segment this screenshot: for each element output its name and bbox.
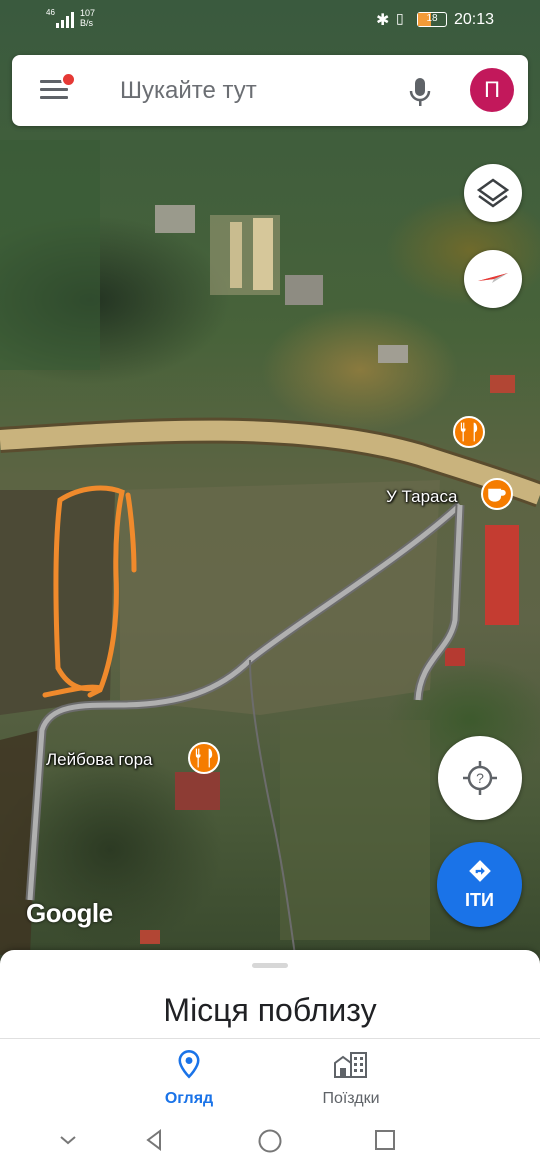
recents-icon[interactable] bbox=[373, 1128, 397, 1152]
sheet-title: Місця поблизу bbox=[163, 992, 377, 1028]
cafe-pin-icon[interactable] bbox=[481, 478, 513, 510]
chevron-down-icon[interactable] bbox=[56, 1128, 80, 1152]
compass-icon bbox=[478, 273, 508, 283]
network-speed-value: 107 bbox=[80, 8, 96, 18]
battery-indicator: 18 bbox=[417, 12, 447, 27]
place-label-leibova-hora[interactable]: Лейбова гора bbox=[46, 750, 153, 770]
drag-handle[interactable] bbox=[252, 963, 288, 968]
search-bar[interactable]: Шукайте тут П bbox=[12, 55, 528, 126]
svg-text:?: ? bbox=[476, 770, 484, 786]
microphone-icon[interactable] bbox=[408, 76, 432, 108]
layers-icon bbox=[476, 178, 510, 208]
system-navigation-bar bbox=[0, 1118, 540, 1170]
tab-explore[interactable]: Огляд bbox=[119, 1049, 259, 1108]
layers-button[interactable] bbox=[464, 164, 522, 222]
network-speed: 107 B/s bbox=[80, 8, 95, 28]
tab-commute[interactable]: Поїздки bbox=[281, 1049, 421, 1108]
place-label-u-tarasa[interactable]: У Тараса bbox=[386, 487, 457, 507]
directions-button[interactable]: ІТИ bbox=[437, 842, 522, 927]
status-bar: 46 107 B/s ✱ ▯ 18 20:13 bbox=[0, 0, 540, 42]
bottom-navigation: Огляд Поїздки bbox=[0, 1038, 540, 1118]
location-pin-icon bbox=[178, 1050, 200, 1079]
notification-dot bbox=[61, 72, 76, 87]
restaurant-pin-icon[interactable] bbox=[453, 416, 485, 448]
signal-bars-icon bbox=[56, 12, 74, 28]
commute-icon bbox=[334, 1052, 367, 1078]
clock: 20:13 bbox=[453, 11, 494, 28]
network-speed-unit: B/s bbox=[80, 18, 94, 28]
directions-icon bbox=[469, 860, 491, 882]
restaurant-pin-icon[interactable] bbox=[188, 742, 220, 774]
tab-commute-label: Поїздки bbox=[322, 1090, 380, 1107]
tab-explore-label: Огляд bbox=[164, 1090, 214, 1107]
search-input[interactable]: Шукайте тут bbox=[120, 77, 257, 105]
directions-label: ІТИ bbox=[465, 890, 494, 910]
nearby-places-sheet[interactable]: Місця поблизу bbox=[0, 950, 540, 1040]
compass-button[interactable] bbox=[464, 250, 522, 308]
avatar[interactable]: П bbox=[470, 68, 514, 112]
home-icon[interactable] bbox=[257, 1128, 283, 1154]
location-crosshair-icon: ? bbox=[463, 761, 497, 795]
my-location-button[interactable]: ? bbox=[438, 736, 522, 820]
vibrate-icon: ▯ bbox=[396, 10, 404, 26]
back-icon[interactable] bbox=[142, 1128, 166, 1152]
google-attribution: Google bbox=[26, 898, 113, 928]
bluetooth-icon: ✱ bbox=[376, 12, 390, 29]
battery-level: 18 bbox=[426, 13, 438, 24]
signal-indicator: 46 bbox=[46, 8, 55, 17]
